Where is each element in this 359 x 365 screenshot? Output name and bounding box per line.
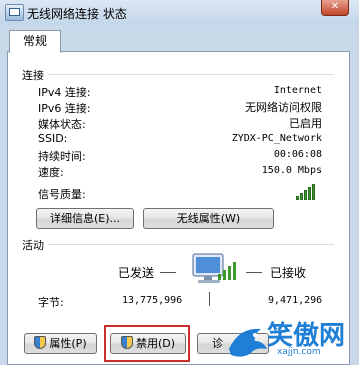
signal-bar <box>304 190 307 200</box>
received-label: 已接收 <box>270 266 307 280</box>
signal-bar <box>308 187 311 200</box>
activity-group-divider <box>22 244 334 245</box>
shield-icon <box>34 336 47 349</box>
activity-group-label: 活动 <box>22 237 48 253</box>
bytes-sent-value: 13,775,996 <box>122 295 183 306</box>
activity-divider <box>209 292 210 306</box>
network-computer-icon <box>192 253 236 283</box>
shark-logo-icon <box>229 328 267 357</box>
connection-group-label: 连接 <box>22 67 48 83</box>
watermark-logo: 笑傲网 xajjn.com <box>225 313 359 365</box>
sent-label: 已发送 <box>118 266 155 280</box>
tab-general[interactable]: 常规 <box>9 30 61 53</box>
signal-bar <box>296 196 299 200</box>
properties-button-label: 属性(P) <box>49 337 87 350</box>
signal-bar <box>300 193 303 200</box>
close-icon: ✕ <box>330 1 340 12</box>
media-state-value: 已启用 <box>289 117 322 130</box>
watermark-url: xajjn.com <box>277 347 321 357</box>
duration-label: 持续时间: <box>38 150 86 163</box>
ssid-label: SSID: <box>38 132 68 145</box>
diagnose-button-label: 诊 <box>212 337 223 350</box>
duration-value: 00:06:08 <box>273 149 322 160</box>
ipv6-label: IPv6 连接: <box>38 102 91 115</box>
details-button[interactable]: 详细信息(E)... <box>36 208 134 229</box>
ipv6-value: 无网络访问权限 <box>245 101 322 114</box>
bytes-label: 字节: <box>38 296 64 309</box>
window-title: 无线网络连接 状态 <box>27 7 127 21</box>
ipv4-label: IPv4 连接: <box>38 86 91 99</box>
speed-value: 150.0 Mbps <box>261 165 322 176</box>
network-window-icon <box>5 4 24 21</box>
speed-label: 速度: <box>38 166 64 179</box>
ipv4-value: Internet <box>273 85 322 96</box>
bytes-received-value: 9,471,296 <box>268 295 323 306</box>
sent-line <box>160 272 176 273</box>
signal-strength-icon <box>296 184 316 200</box>
connection-group-divider <box>22 74 334 75</box>
signal-quality-label: 信号质量: <box>38 188 86 201</box>
media-state-label: 媒体状态: <box>38 118 86 131</box>
wireless-properties-button[interactable]: 无线属性(W) <box>143 208 274 229</box>
properties-button[interactable]: 属性(P) <box>24 333 97 354</box>
signal-bar <box>312 184 315 200</box>
received-line <box>246 272 262 273</box>
highlight-box <box>104 325 190 362</box>
ssid-value: ZYDX-PC_Network <box>231 133 322 144</box>
title-bar[interactable]: 无线网络连接 状态 ✕ <box>0 0 359 25</box>
close-button[interactable]: ✕ <box>321 0 349 16</box>
